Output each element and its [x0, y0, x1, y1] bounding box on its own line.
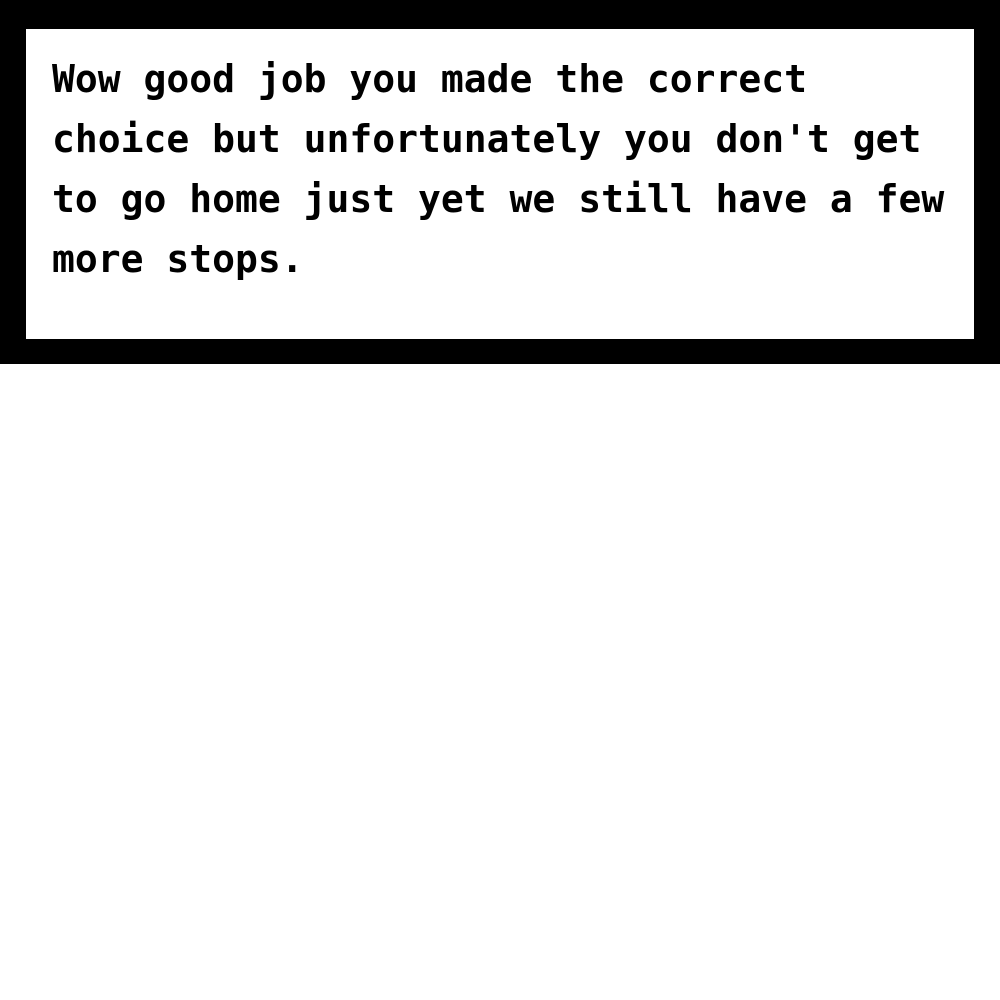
dialog-line-3: to go home just yet we still have a few — [52, 177, 945, 221]
dialog-line-2: choice but unfortunately you don't get — [52, 117, 922, 161]
dialog-line-1: Wow good job you made the correct — [52, 57, 807, 101]
dialog-text-area: Wow good job you made the correct choice… — [26, 29, 974, 339]
dialog-line-4: more stops. — [52, 237, 304, 281]
game-screen-empty-area — [0, 364, 1000, 1000]
dialog-box[interactable]: Wow good job you made the correct choice… — [0, 0, 1000, 364]
